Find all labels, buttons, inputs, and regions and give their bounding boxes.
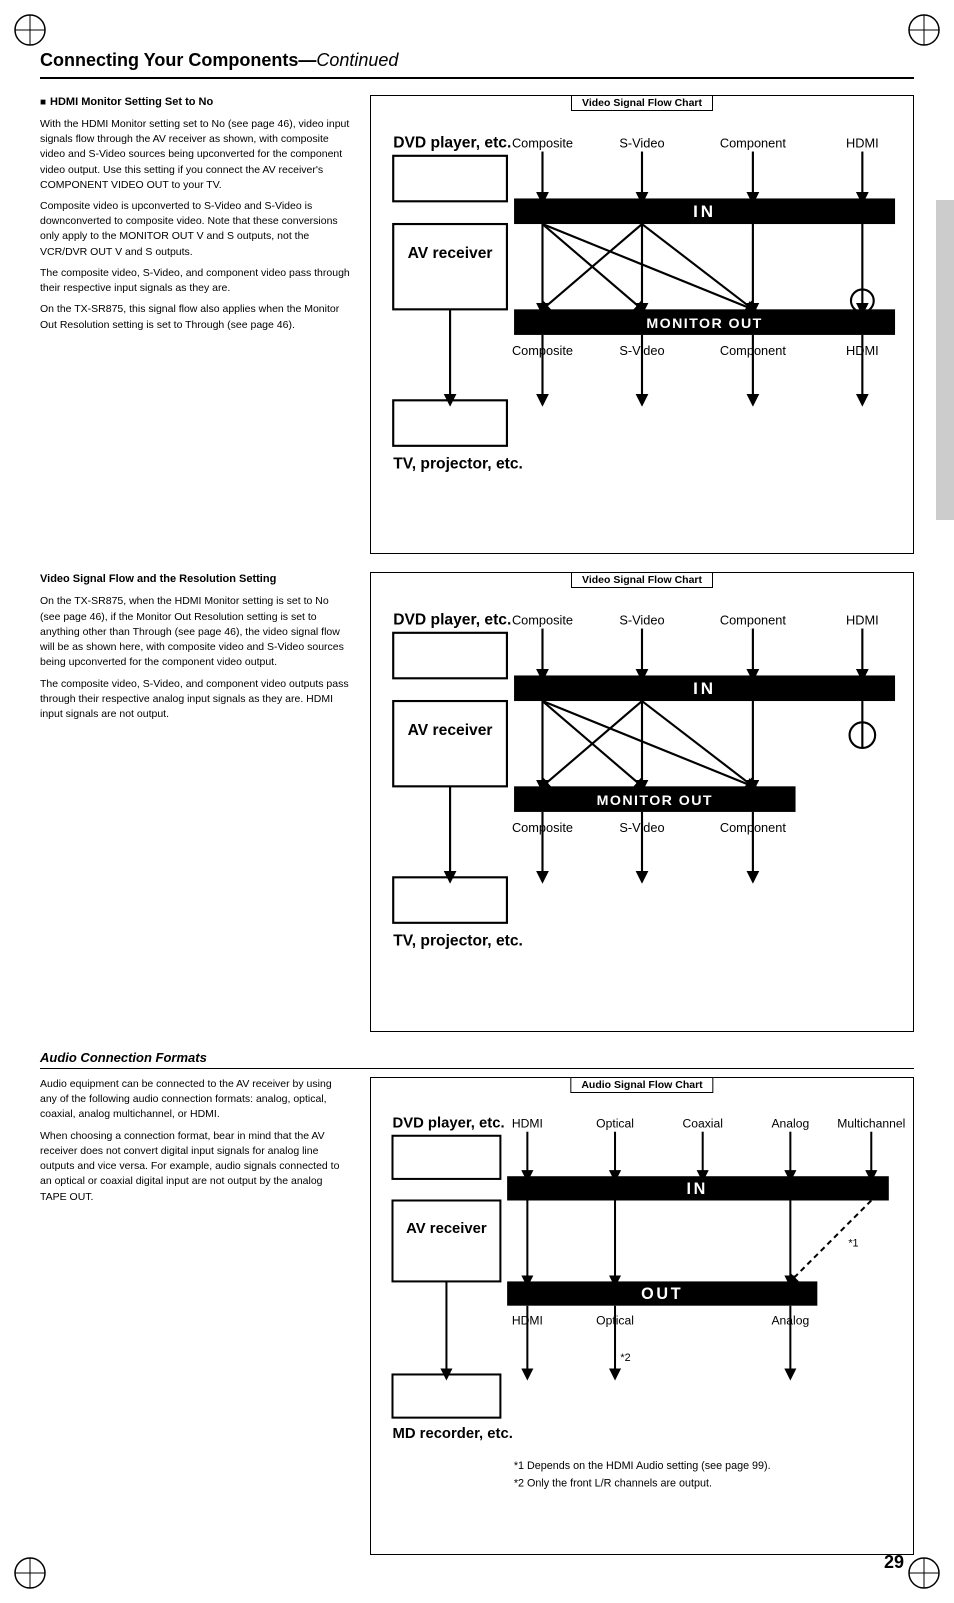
section-resolution-text: Video Signal Flow and the Resolution Set… — [40, 572, 350, 1031]
section-hdmi-text: HDMI Monitor Setting Set to No With the … — [40, 95, 350, 554]
audio-text: Audio equipment can be connected to the … — [40, 1077, 350, 1555]
flow-chart-2-inner: DVD player, etc. Composite S-Video Compo… — [379, 593, 905, 1022]
svg-text:*1 Depends on the HDMI Audio: *1 Depends on the HDMI Audio setting (se… — [514, 1460, 771, 1472]
svg-text:MONITOR OUT: MONITOR OUT — [597, 793, 713, 809]
page-number: 29 — [884, 1552, 904, 1573]
svg-text:Component: Component — [720, 613, 787, 628]
svg-text:HDMI: HDMI — [512, 1117, 543, 1131]
svg-text:IN: IN — [693, 679, 716, 698]
section-hdmi: HDMI Monitor Setting Set to No With the … — [40, 95, 914, 554]
corner-mark-tl — [10, 10, 50, 50]
hdmi-para2: Composite video is upconverted to S-Vide… — [40, 199, 350, 260]
flow-chart-1-title: Video Signal Flow Chart — [571, 95, 713, 111]
flow-chart-3: Audio Signal Flow Chart — [370, 1077, 914, 1555]
svg-text:Analog: Analog — [771, 1117, 809, 1131]
svg-text:Composite: Composite — [512, 135, 573, 150]
flow-chart-3-svg: DVD player, etc. HDMI Optical Coaxial An… — [379, 1098, 905, 1543]
section-hdmi-chart: Video Signal Flow Chart DVD player, etc.… — [370, 95, 914, 554]
corner-mark-br — [904, 1553, 944, 1593]
svg-text:MONITOR OUT: MONITOR OUT — [646, 316, 762, 332]
flow-chart-1-inner: DVD player, etc. Composite S-Video Compo… — [379, 116, 905, 545]
svg-text:AV receiver: AV receiver — [408, 723, 493, 740]
flow-chart-3-title: Audio Signal Flow Chart — [570, 1077, 713, 1093]
hdmi-heading: HDMI Monitor Setting Set to No — [40, 95, 350, 111]
hdmi-para3: The composite video, S-Video, and compon… — [40, 266, 350, 296]
flow-chart-1: Video Signal Flow Chart DVD player, etc.… — [370, 95, 914, 554]
section-audio: Audio Connection Formats Audio equipment… — [40, 1050, 914, 1555]
audio-para2: When choosing a connection format, bear … — [40, 1129, 350, 1205]
corner-mark-bl — [10, 1553, 50, 1593]
flow-chart-2-svg: DVD player, etc. Composite S-Video Compo… — [379, 593, 905, 1019]
audio-two-col: Audio equipment can be connected to the … — [40, 1077, 914, 1555]
svg-text:DVD player, etc.: DVD player, etc. — [392, 1116, 504, 1132]
flow-chart-2: Video Signal Flow Chart DVD player, etc. — [370, 572, 914, 1031]
svg-text:IN: IN — [693, 202, 716, 221]
svg-text:HDMI: HDMI — [846, 613, 879, 628]
svg-text:S-Video: S-Video — [619, 135, 664, 150]
svg-text:MD recorder, etc.: MD recorder, etc. — [392, 1426, 512, 1442]
resolution-para2: The composite video, S-Video, and compon… — [40, 677, 350, 723]
svg-text:TV, projector, etc.: TV, projector, etc. — [393, 456, 523, 473]
audio-heading: Audio Connection Formats — [40, 1050, 914, 1069]
resolution-para1: On the TX-SR875, when the HDMI Monitor s… — [40, 594, 350, 670]
svg-text:S-Video: S-Video — [619, 613, 664, 628]
hdmi-para4: On the TX-SR875, this signal flow also a… — [40, 302, 350, 332]
svg-text:Multichannel: Multichannel — [837, 1117, 905, 1131]
svg-text:AV receiver: AV receiver — [408, 245, 493, 262]
section-resolution: Video Signal Flow and the Resolution Set… — [40, 572, 914, 1031]
svg-text:HDMI: HDMI — [846, 135, 879, 150]
flow-chart-1-svg: DVD player, etc. Composite S-Video Compo… — [379, 116, 905, 542]
svg-text:*2: *2 — [620, 1352, 630, 1364]
flow-chart-2-title: Video Signal Flow Chart — [571, 572, 713, 588]
svg-text:OUT: OUT — [641, 1285, 683, 1303]
resolution-heading: Video Signal Flow and the Resolution Set… — [40, 572, 350, 588]
page-title: Connecting Your Components—Continued — [40, 50, 914, 71]
section-resolution-chart: Video Signal Flow Chart DVD player, etc. — [370, 572, 914, 1031]
svg-text:AV receiver: AV receiver — [406, 1221, 487, 1237]
svg-text:TV, projector, etc.: TV, projector, etc. — [393, 933, 523, 950]
svg-text:Composite: Composite — [512, 613, 573, 628]
svg-text:DVD player, etc.: DVD player, etc. — [393, 612, 511, 629]
svg-text:*2 Only the front L/R channel: *2 Only the front L/R channels are outpu… — [514, 1477, 712, 1489]
svg-text:*1: *1 — [848, 1237, 858, 1249]
corner-mark-tr — [904, 10, 944, 50]
svg-text:Component: Component — [720, 135, 787, 150]
flow-chart-3-inner: DVD player, etc. HDMI Optical Coaxial An… — [379, 1098, 905, 1546]
audio-para1: Audio equipment can be connected to the … — [40, 1077, 350, 1123]
svg-text:Optical: Optical — [596, 1117, 634, 1131]
audio-chart: Audio Signal Flow Chart — [370, 1077, 914, 1555]
hdmi-para1: With the HDMI Monitor setting set to No … — [40, 117, 350, 193]
svg-text:Coaxial: Coaxial — [682, 1117, 722, 1131]
svg-text:IN: IN — [687, 1180, 709, 1198]
svg-text:DVD player, etc.: DVD player, etc. — [393, 134, 511, 151]
page-header: Connecting Your Components—Continued — [40, 50, 914, 79]
sidebar-strip — [936, 200, 954, 520]
